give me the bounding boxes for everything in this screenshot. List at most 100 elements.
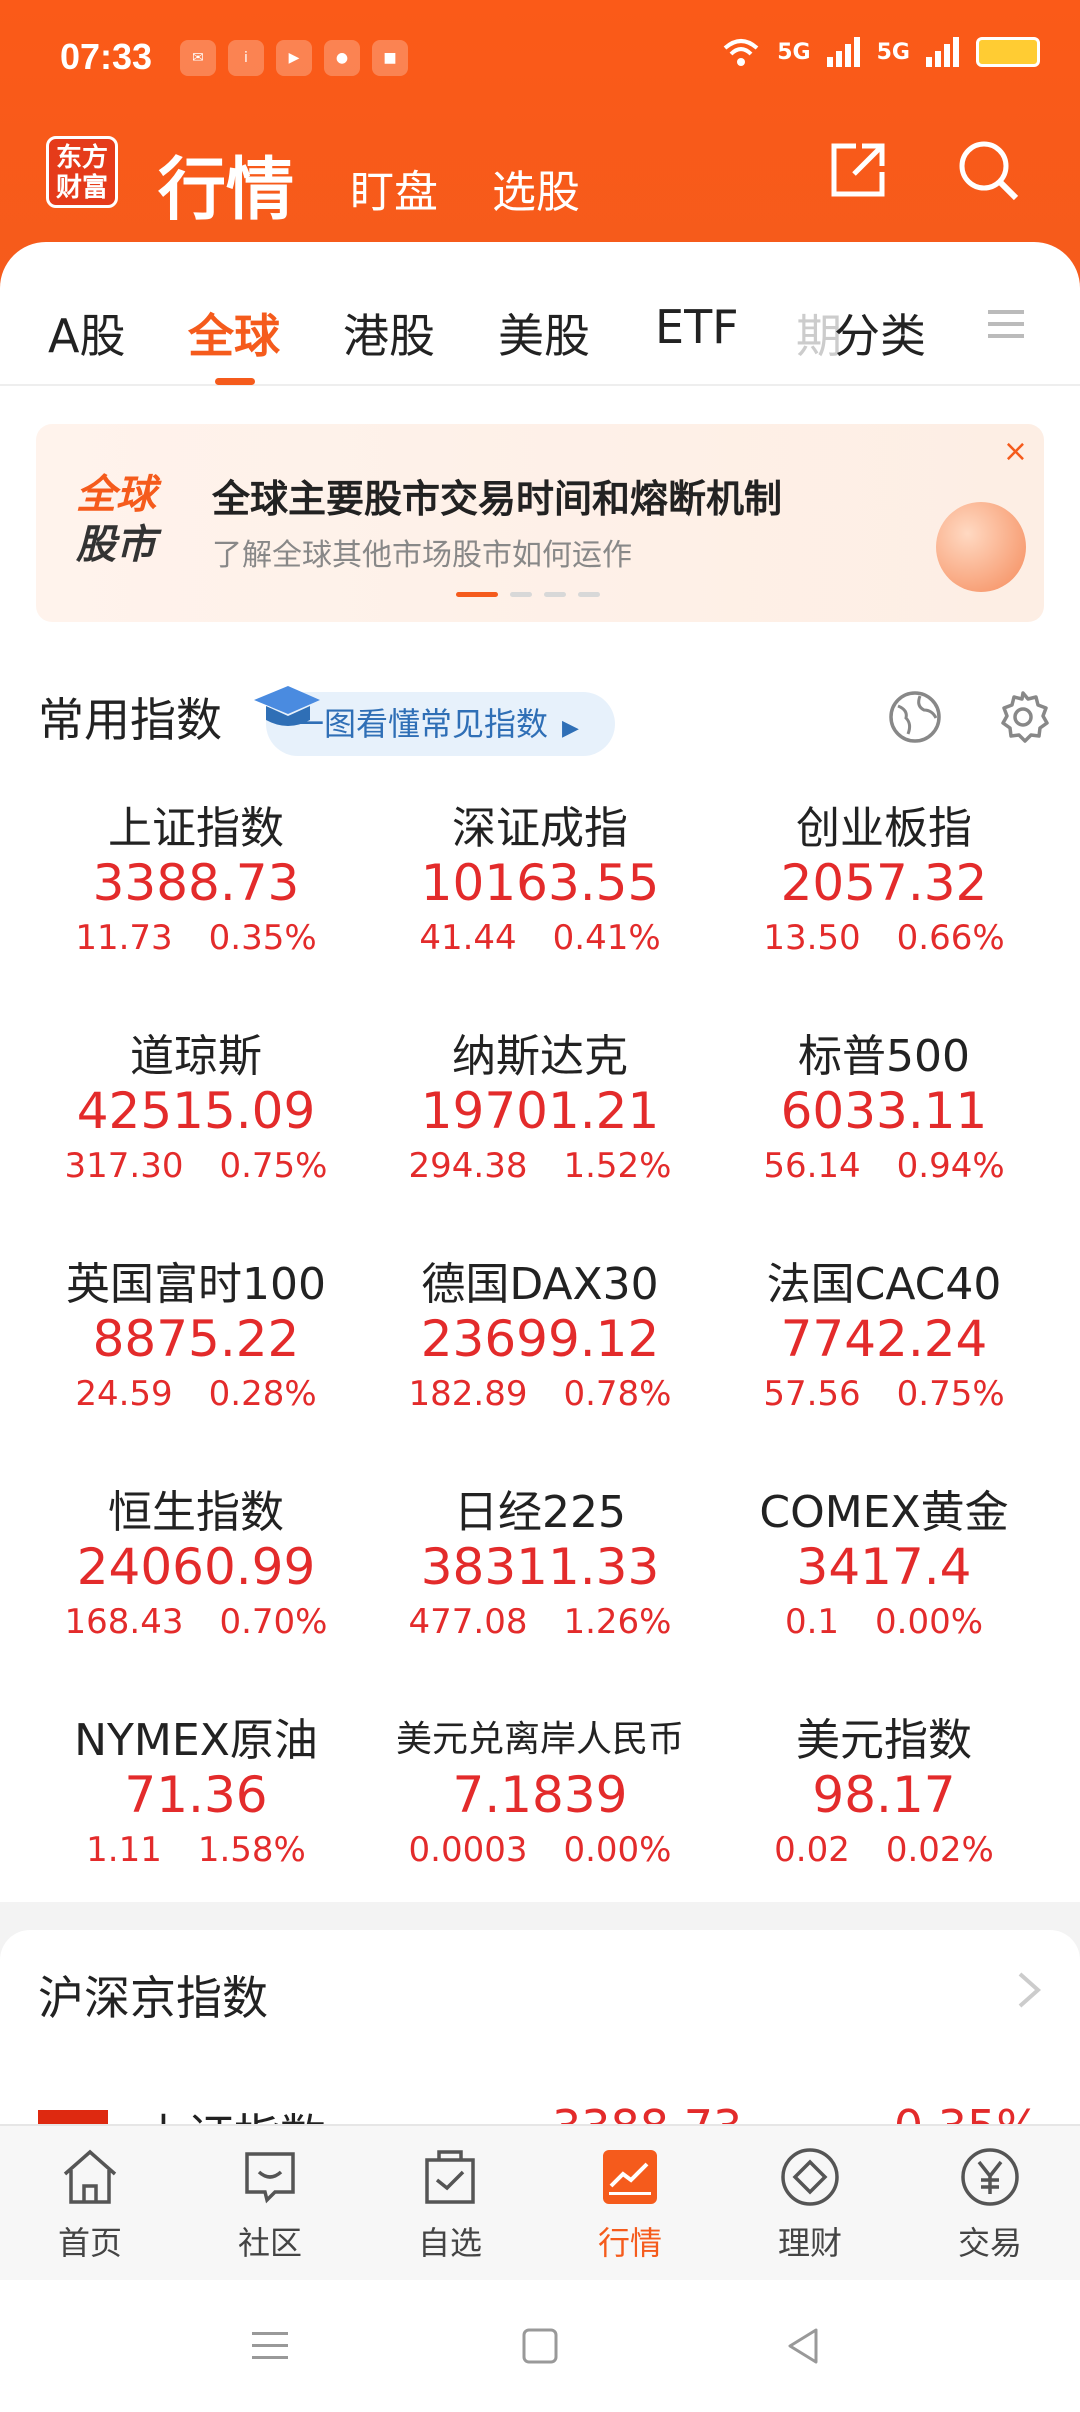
tab-a-shares[interactable]: A股 — [48, 300, 125, 366]
index-change-percent: 0.78% — [563, 1374, 672, 1414]
index-change-amount: 13.50 — [763, 918, 861, 958]
share-icon[interactable] — [826, 138, 890, 202]
index-card[interactable]: NYMEX原油 71.36 1.11 1.58% — [24, 1704, 368, 1870]
index-card[interactable]: 日经225 38311.33 477.08 1.26% — [368, 1476, 712, 1642]
tab-wealth[interactable]: 理财 — [720, 2144, 900, 2264]
signal-label-1: 5G — [777, 39, 811, 65]
index-guide-label: 一图看懂常见指数 — [292, 705, 549, 743]
index-change-amount: 477.08 — [408, 1602, 528, 1642]
index-name: COMEX黄金 — [759, 1487, 1009, 1538]
tab-label: 交易 — [957, 2224, 1022, 2262]
index-change: 477.08 1.26% — [368, 1602, 712, 1642]
tab-category[interactable]: 分类 — [834, 300, 926, 366]
index-card[interactable]: 法国CAC40 7742.24 57.56 0.75% — [712, 1248, 1056, 1414]
tab-etf[interactable]: ETF — [655, 300, 739, 354]
tab-global[interactable]: 全球 — [188, 300, 280, 366]
wifi-icon — [723, 39, 759, 66]
index-value: 19701.21 — [420, 1082, 660, 1140]
index-name: 恒生指数 — [108, 1487, 284, 1538]
menu-icon[interactable] — [986, 304, 1026, 344]
index-change: 0.02 0.02% — [712, 1830, 1056, 1870]
hs-index-section[interactable]: 沪深京指数 上证指数 3388.73 0.35% — [0, 1930, 1080, 2130]
index-card[interactable]: 深证成指 10163.55 41.44 0.41% — [368, 792, 712, 958]
index-change: 41.44 0.41% — [368, 918, 712, 958]
index-card[interactable]: 英国富时100 8875.22 24.59 0.28% — [24, 1248, 368, 1414]
index-name: 美元兑离岸人民币 — [395, 1719, 684, 1760]
index-change-amount: 317.30 — [64, 1146, 184, 1186]
gear-icon[interactable] — [994, 688, 1052, 746]
tab-market[interactable]: 行情 — [540, 2144, 720, 2264]
index-card[interactable]: 德国DAX30 23699.12 182.89 0.78% — [368, 1248, 712, 1414]
index-card[interactable]: 恒生指数 24060.99 168.43 0.70% — [24, 1476, 368, 1642]
tab-community[interactable]: 社区 — [180, 2144, 360, 2264]
iqiyi-icon: i — [228, 40, 264, 76]
carousel-dot — [578, 592, 600, 597]
index-card[interactable]: 纳斯达克 19701.21 294.38 1.52% — [368, 1020, 712, 1186]
index-change-amount: 294.38 — [408, 1146, 528, 1186]
recent-apps-icon[interactable] — [246, 2322, 294, 2370]
signal-icon — [826, 37, 860, 67]
tab-label: 行情 — [597, 2224, 662, 2262]
index-card[interactable]: 道琼斯 42515.09 317.30 0.75% — [24, 1020, 368, 1186]
battery-icon — [976, 37, 1040, 67]
index-card[interactable]: 美元指数 98.17 0.02 0.02% — [712, 1704, 1056, 1870]
market-tabs: A股 全球 港股 美股 ETF 期 分类 — [0, 300, 1080, 386]
wechat-icon: ✉ — [180, 40, 216, 76]
index-value: 3388.73 — [92, 854, 300, 912]
index-card[interactable]: 上证指数 3388.73 11.73 0.35% — [24, 792, 368, 958]
tab-hk-stocks[interactable]: 港股 — [343, 300, 435, 366]
index-card[interactable]: 标普500 6033.11 56.14 0.94% — [712, 1020, 1056, 1186]
banner-close-icon[interactable]: × — [1003, 434, 1028, 469]
index-change-percent: 0.02% — [885, 1830, 994, 1870]
index-change-percent: 0.94% — [896, 1146, 1005, 1186]
carousel-dot — [510, 592, 532, 597]
index-change: 11.73 0.35% — [24, 918, 368, 958]
nav-stock-pick-link[interactable]: 选股 — [492, 156, 580, 220]
title-bar: 东方 财富 行情 盯盘 选股 — [46, 128, 1040, 230]
globe-icon[interactable] — [886, 688, 944, 746]
logo-text-1: 东方 — [55, 143, 108, 173]
play-arrow-icon: ▶ — [562, 716, 579, 741]
app-logo: 东方 财富 — [46, 136, 118, 208]
graduation-cap-icon — [254, 686, 320, 726]
index-name: 上证指数 — [108, 803, 284, 854]
back-icon[interactable] — [780, 2322, 828, 2370]
index-change-amount: 0.02 — [774, 1830, 850, 1870]
index-change-percent: 0.41% — [552, 918, 661, 958]
index-name: 纳斯达克 — [452, 1031, 628, 1082]
index-change: 168.43 0.70% — [24, 1602, 368, 1642]
chevron-right-icon[interactable] — [1012, 1970, 1046, 2010]
section2-title: 沪深京指数 — [38, 1971, 268, 2025]
nav-watch-link[interactable]: 盯盘 — [350, 156, 438, 220]
index-change-amount: 1.11 — [86, 1830, 162, 1870]
tab-watchlist[interactable]: 自选 — [360, 2144, 540, 2264]
index-value: 38311.33 — [420, 1538, 660, 1596]
index-change-percent: 0.35% — [208, 918, 317, 958]
index-change: 317.30 0.75% — [24, 1146, 368, 1186]
index-change-percent: 0.00% — [563, 1830, 672, 1870]
chart-line-icon — [603, 2150, 657, 2204]
index-card[interactable]: COMEX黄金 3417.4 0.1 0.00% — [712, 1476, 1056, 1642]
search-icon[interactable] — [956, 138, 1020, 202]
promo-banner[interactable]: 全球 股市 全球主要股市交易时间和熔断机制 了解全球其他市场股市如何运作 × — [36, 424, 1044, 622]
bottom-tab-bar: 首页 社区 自选 行情 理财 交易 — [0, 2124, 1080, 2280]
carousel-indicator — [456, 592, 600, 597]
index-value: 6033.11 — [780, 1082, 988, 1140]
index-name: 日经225 — [454, 1487, 626, 1538]
index-change-percent: 0.28% — [208, 1374, 317, 1414]
index-change: 1.11 1.58% — [24, 1830, 368, 1870]
tab-trade[interactable]: 交易 — [900, 2144, 1080, 2264]
index-value: 24060.99 — [76, 1538, 316, 1596]
signal-icon-2 — [926, 37, 959, 67]
home-button-icon[interactable] — [516, 2322, 564, 2370]
index-value: 10163.55 — [420, 854, 660, 912]
index-change-amount: 182.89 — [408, 1374, 528, 1414]
index-change-amount: 0.0003 — [408, 1830, 528, 1870]
tab-us-stocks[interactable]: 美股 — [498, 300, 590, 366]
index-name: 法国CAC40 — [766, 1259, 1002, 1310]
index-card[interactable]: 创业板指 2057.32 13.50 0.66% — [712, 792, 1056, 958]
index-card[interactable]: 美元兑离岸人民币 7.1839 0.0003 0.00% — [368, 1704, 712, 1870]
tab-home[interactable]: 首页 — [0, 2144, 180, 2264]
index-change: 57.56 0.75% — [712, 1374, 1056, 1414]
chat-icon — [245, 2152, 295, 2204]
